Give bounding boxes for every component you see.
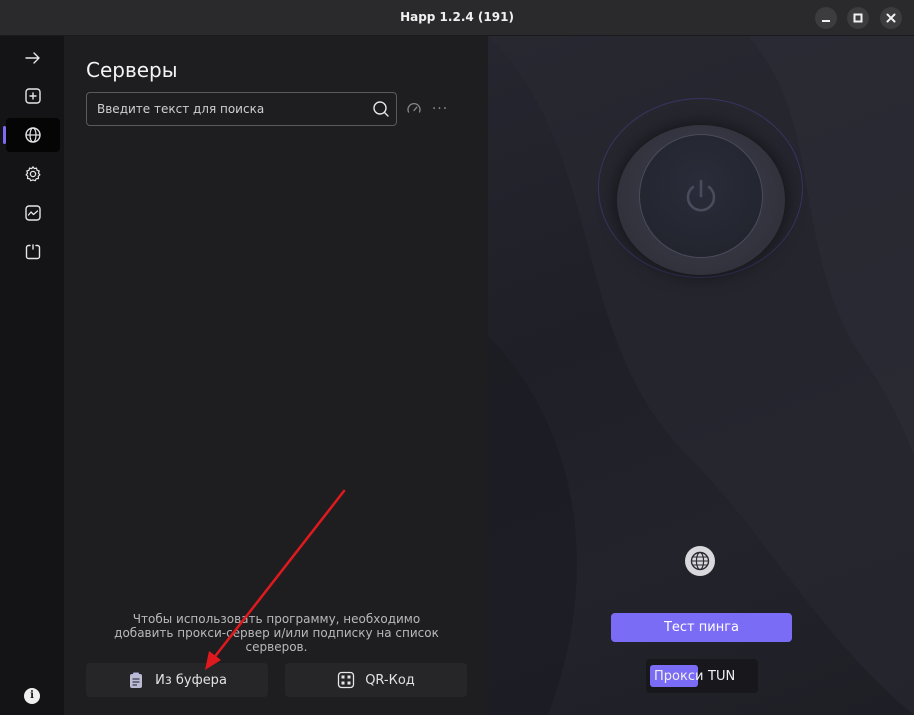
maximize-icon (853, 13, 863, 23)
sidebar-item-settings[interactable] (6, 157, 60, 191)
location-button[interactable] (685, 546, 715, 576)
add-from-clipboard-button[interactable]: Из буфера (86, 663, 268, 697)
mode-tun[interactable]: TUN (704, 667, 739, 686)
close-icon (886, 13, 896, 23)
maximize-button[interactable] (847, 7, 869, 29)
sidebar-item-power[interactable] (6, 235, 60, 269)
mode-switch: Прокси TUN (646, 659, 758, 693)
connect-panel: Тест пинга Прокси TUN (488, 36, 914, 715)
ping-test-button[interactable]: Тест пинга (611, 613, 792, 642)
minimize-button[interactable] (815, 7, 837, 29)
add-from-clipboard-label: Из буфера (155, 672, 227, 688)
sidebar-item-add[interactable] (6, 79, 60, 113)
sidebar-item-servers[interactable] (3, 118, 60, 152)
more-options-button[interactable]: ··· (430, 99, 450, 119)
sidebar (0, 36, 64, 715)
add-qr-button[interactable]: QR-Код (285, 663, 467, 697)
minimize-icon (822, 20, 830, 22)
plus-square-icon (25, 88, 41, 104)
search-input[interactable] (97, 93, 357, 125)
qr-code-icon (338, 671, 355, 689)
page-title: Серверы (86, 58, 178, 82)
globe-icon (25, 127, 41, 143)
globe-icon (690, 551, 710, 571)
info-icon[interactable]: i (24, 688, 40, 704)
power-icon (686, 179, 716, 212)
add-qr-label: QR-Код (365, 672, 415, 688)
connect-power-button[interactable] (639, 134, 763, 258)
power-frame-icon (25, 244, 41, 260)
ping-speed-button[interactable] (404, 99, 424, 119)
gear-icon (25, 166, 41, 182)
sidebar-item-stats[interactable] (6, 196, 60, 230)
window-title: Happ 1.2.4 (191) (400, 10, 514, 24)
clipboard-icon (130, 672, 143, 688)
search-box[interactable] (86, 92, 397, 126)
search-icon[interactable] (372, 100, 390, 118)
close-button[interactable] (880, 7, 902, 29)
mode-proxy[interactable]: Прокси (650, 665, 703, 687)
speedometer-icon (407, 102, 421, 113)
title-bar: Happ 1.2.4 (191) (0, 0, 914, 36)
more-icon: ··· (431, 101, 449, 117)
servers-panel: Серверы ··· Чтобы использовать программу… (64, 36, 488, 715)
arrow-right-icon (25, 52, 40, 64)
sidebar-item-connect[interactable] (6, 41, 60, 75)
empty-state-message: Чтобы использовать программу, необходимо… (114, 612, 439, 654)
chart-monitor-icon (25, 205, 41, 221)
